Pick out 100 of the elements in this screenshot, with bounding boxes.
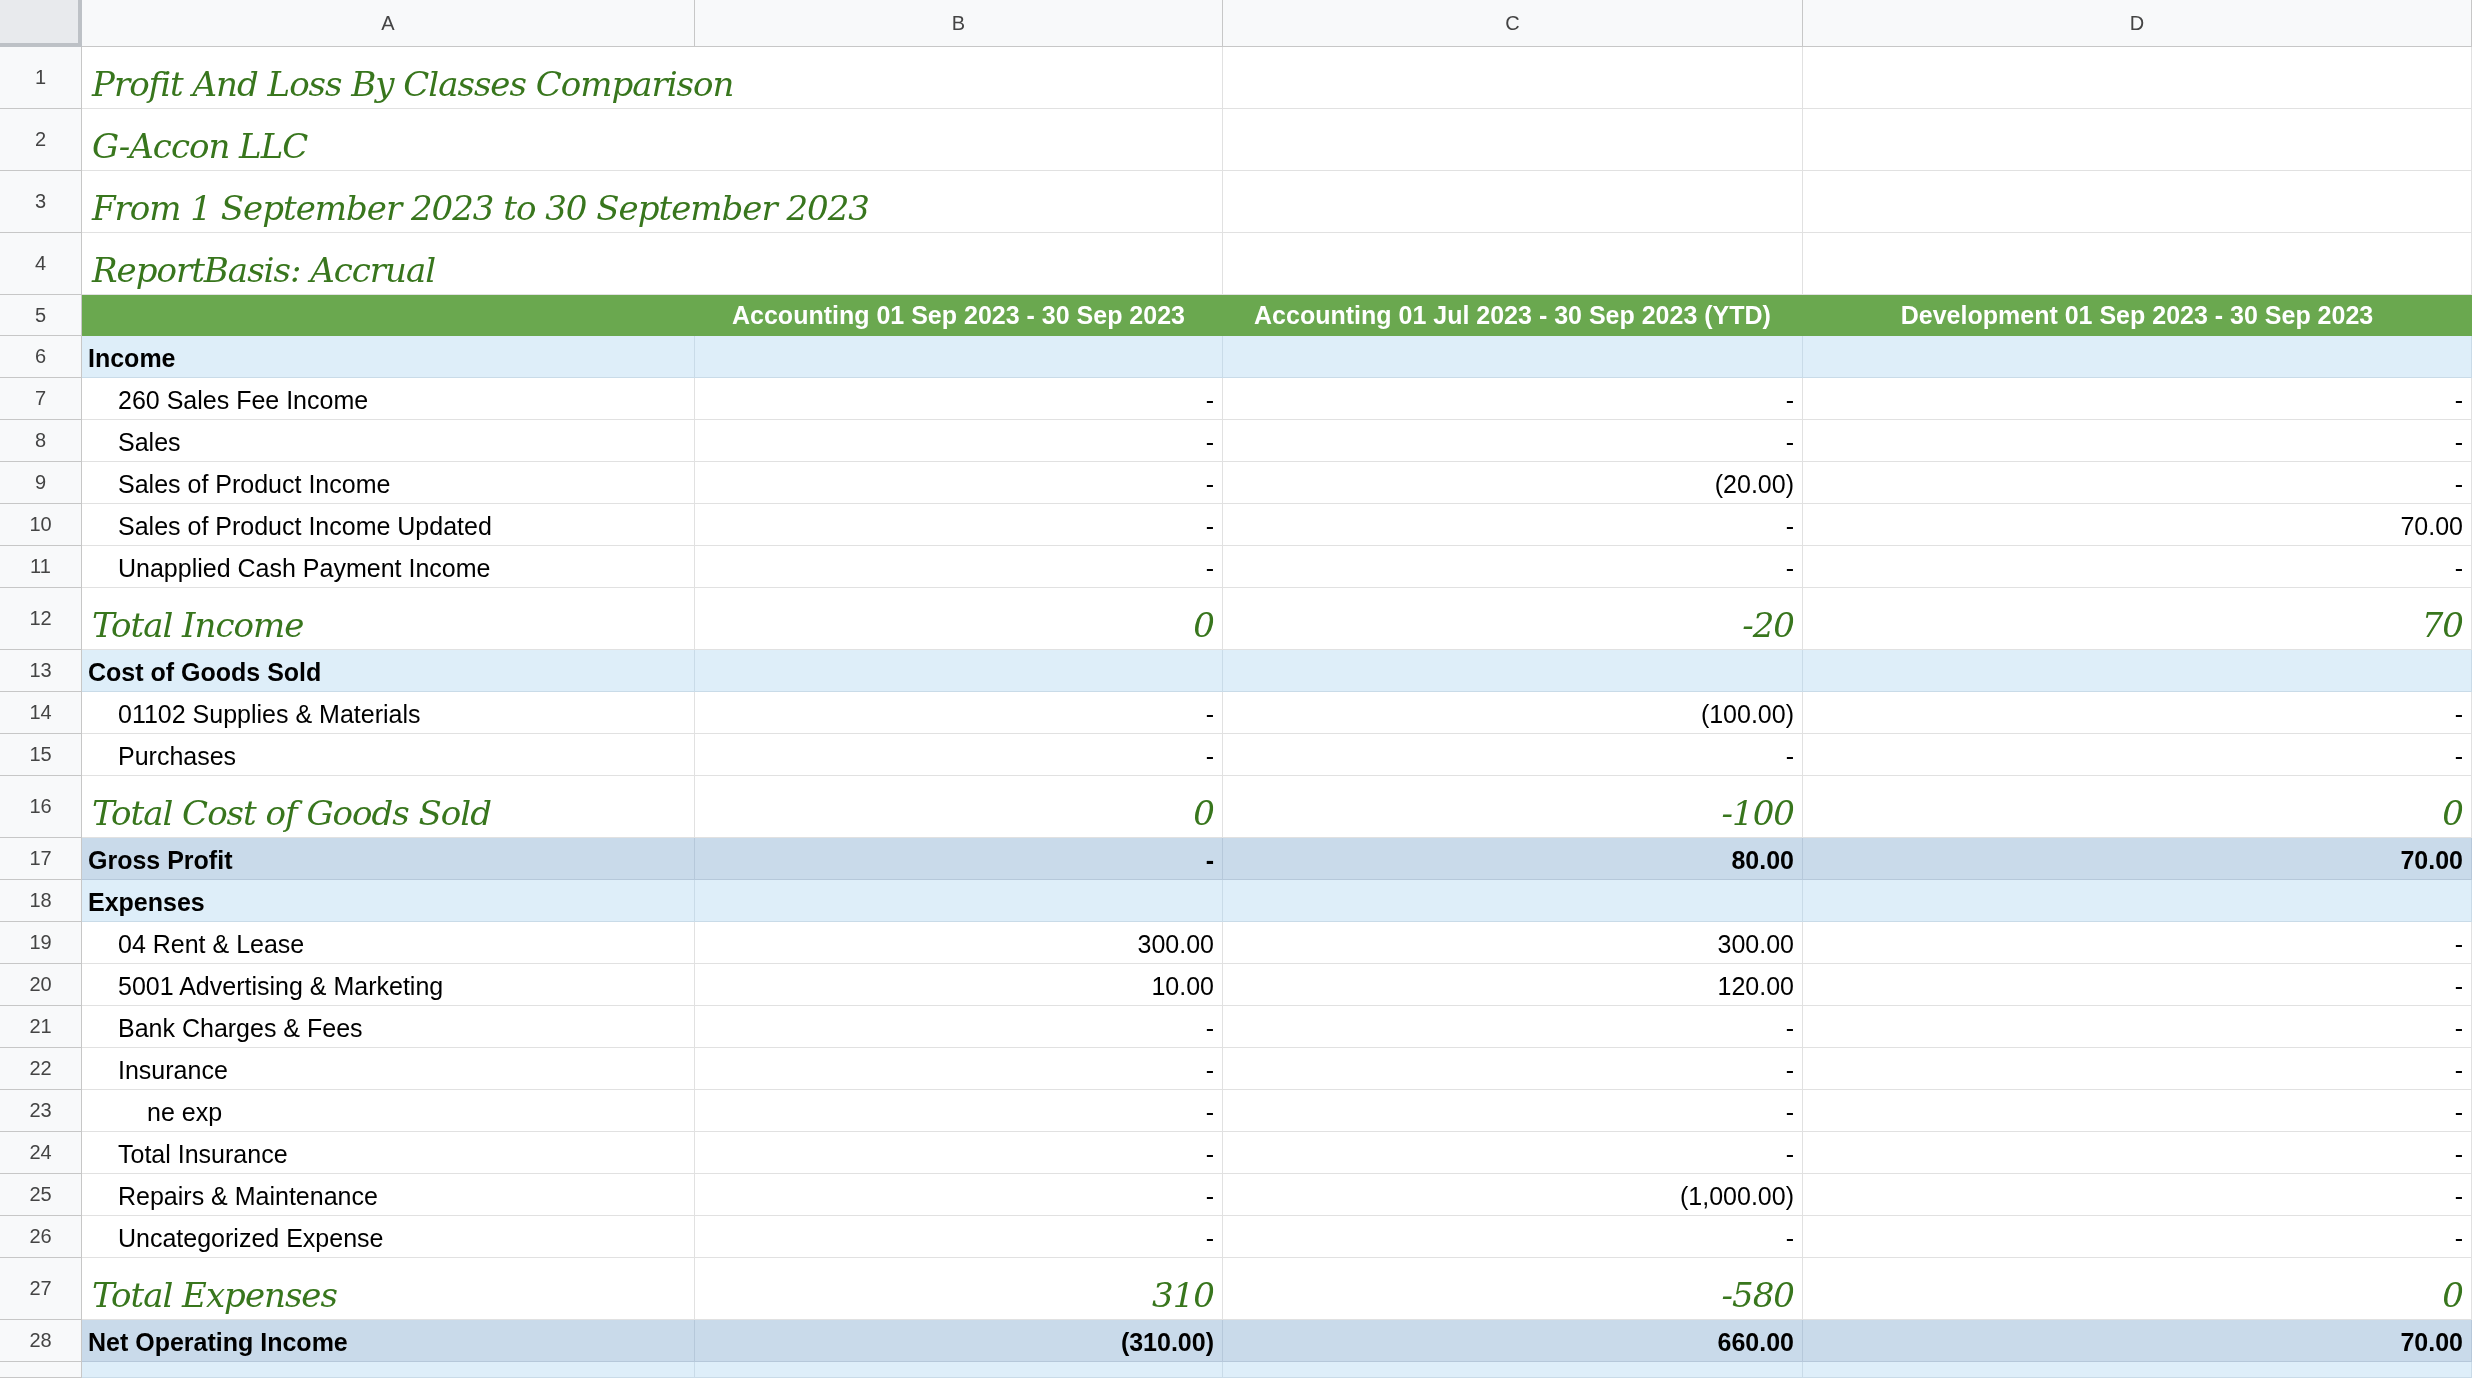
table-cell: Net Operating Income	[82, 1320, 695, 1362]
table-cell: (20.00)	[1223, 462, 1803, 504]
row-number[interactable]: 25	[0, 1174, 82, 1216]
table-cell: 10.00	[695, 964, 1223, 1006]
row-number[interactable]: 4	[0, 233, 82, 295]
table-cell: Sales	[82, 420, 695, 462]
table-cell: -	[1803, 462, 2472, 504]
table-cell: -	[1223, 378, 1803, 420]
table-cell: -	[1223, 546, 1803, 588]
table-cell: (310.00)	[695, 1320, 1223, 1362]
table-cell: -	[695, 1006, 1223, 1048]
table-cell: Purchases	[82, 734, 695, 776]
table-cell: -	[695, 1132, 1223, 1174]
table-cell: (100.00)	[1223, 692, 1803, 734]
row-number[interactable]: 24	[0, 1132, 82, 1174]
column-header[interactable]: D	[1803, 0, 2472, 47]
table-cell: -	[1803, 1132, 2472, 1174]
row-number[interactable]: 7	[0, 378, 82, 420]
table-cell: Gross Profit	[82, 838, 695, 880]
column-heading-cell: Development 01 Sep 2023 - 30 Sep 2023	[1803, 295, 2472, 336]
table-cell: 300.00	[1223, 922, 1803, 964]
row-number[interactable]: 12	[0, 588, 82, 650]
row-number[interactable]	[0, 1362, 82, 1378]
table-cell: -	[695, 734, 1223, 776]
table-cell: 300.00	[695, 922, 1223, 964]
select-all-corner[interactable]	[0, 0, 82, 47]
table-cell: 70.00	[1803, 504, 2472, 546]
column-header[interactable]: A	[82, 0, 695, 47]
row-number[interactable]: 13	[0, 650, 82, 692]
row-number[interactable]: 22	[0, 1048, 82, 1090]
table-cell: -	[695, 462, 1223, 504]
table-cell: (1,000.00)	[1223, 1174, 1803, 1216]
row-number[interactable]: 23	[0, 1090, 82, 1132]
column-heading-cell: Accounting 01 Sep 2023 - 30 Sep 2023	[695, 295, 1223, 336]
table-cell: Cost of Goods Sold	[82, 650, 695, 692]
table-cell: -	[1803, 420, 2472, 462]
table-cell: -	[1223, 1132, 1803, 1174]
table-cell: -	[1223, 504, 1803, 546]
table-cell: -	[1223, 1216, 1803, 1258]
row-number[interactable]: 27	[0, 1258, 82, 1320]
table-cell: Total Insurance	[82, 1132, 695, 1174]
table-cell: ne exp	[82, 1090, 695, 1132]
table-cell: -	[1803, 1048, 2472, 1090]
table-cell: -	[1223, 734, 1803, 776]
table-cell: 04 Rent & Lease	[82, 922, 695, 964]
table-cell: -	[1223, 1090, 1803, 1132]
row-number[interactable]: 11	[0, 546, 82, 588]
table-cell: -	[695, 1216, 1223, 1258]
table-cell: -	[695, 692, 1223, 734]
table-cell: -	[695, 838, 1223, 880]
row-number[interactable]: 1	[0, 47, 82, 109]
table-cell: -	[695, 378, 1223, 420]
row-number[interactable]: 26	[0, 1216, 82, 1258]
row-number[interactable]: 5	[0, 295, 82, 336]
table-cell: 260 Sales Fee Income	[82, 378, 695, 420]
column-heading-cell: Accounting 01 Jul 2023 - 30 Sep 2023 (YTD)	[1223, 295, 1803, 336]
table-cell: -	[1803, 1090, 2472, 1132]
row-number[interactable]: 15	[0, 734, 82, 776]
table-cell: Repairs & Maintenance	[82, 1174, 695, 1216]
table-cell: -	[695, 420, 1223, 462]
row-number[interactable]: 14	[0, 692, 82, 734]
row-number[interactable]: 21	[0, 1006, 82, 1048]
table-cell: Unapplied Cash Payment Income	[82, 546, 695, 588]
table-cell: -	[1803, 1216, 2472, 1258]
table-cell: -	[695, 1174, 1223, 1216]
row-number[interactable]: 18	[0, 880, 82, 922]
table-cell: 70.00	[1803, 838, 2472, 880]
table-cell: -	[1223, 420, 1803, 462]
row-number[interactable]: 8	[0, 420, 82, 462]
row-number[interactable]: 16	[0, 776, 82, 838]
table-cell: -	[1223, 1006, 1803, 1048]
table-cell: -	[1803, 1174, 2472, 1216]
table-cell: 5001 Advertising & Marketing	[82, 964, 695, 1006]
row-number[interactable]: 19	[0, 922, 82, 964]
table-cell: -	[1803, 546, 2472, 588]
row-number[interactable]: 20	[0, 964, 82, 1006]
table-cell: Bank Charges & Fees	[82, 1006, 695, 1048]
report-title: Profit And Loss By Classes Comparison	[92, 64, 734, 104]
column-header[interactable]: B	[695, 0, 1223, 47]
row-number[interactable]: 2	[0, 109, 82, 171]
column-header[interactable]: C	[1223, 0, 1803, 47]
report-title: From 1 September 2023 to 30 September 2023	[92, 188, 869, 228]
table-cell: -	[695, 1090, 1223, 1132]
row-number[interactable]: 10	[0, 504, 82, 546]
table-cell: 70.00	[1803, 1320, 2472, 1362]
table-cell: -	[695, 1048, 1223, 1090]
table-cell: -	[1803, 1006, 2472, 1048]
table-cell: 01102 Supplies & Materials	[82, 692, 695, 734]
table-cell: Income	[82, 336, 695, 378]
row-number[interactable]: 6	[0, 336, 82, 378]
row-number[interactable]: 3	[0, 171, 82, 233]
table-cell: Sales of Product Income Updated	[82, 504, 695, 546]
row-number[interactable]: 17	[0, 838, 82, 880]
table-cell: 660.00	[1223, 1320, 1803, 1362]
table-cell: -	[1803, 734, 2472, 776]
table-cell: Expenses	[82, 880, 695, 922]
report-title: ReportBasis: Accrual	[92, 250, 436, 290]
table-cell: -	[1803, 692, 2472, 734]
row-number[interactable]: 28	[0, 1320, 82, 1362]
row-number[interactable]: 9	[0, 462, 82, 504]
